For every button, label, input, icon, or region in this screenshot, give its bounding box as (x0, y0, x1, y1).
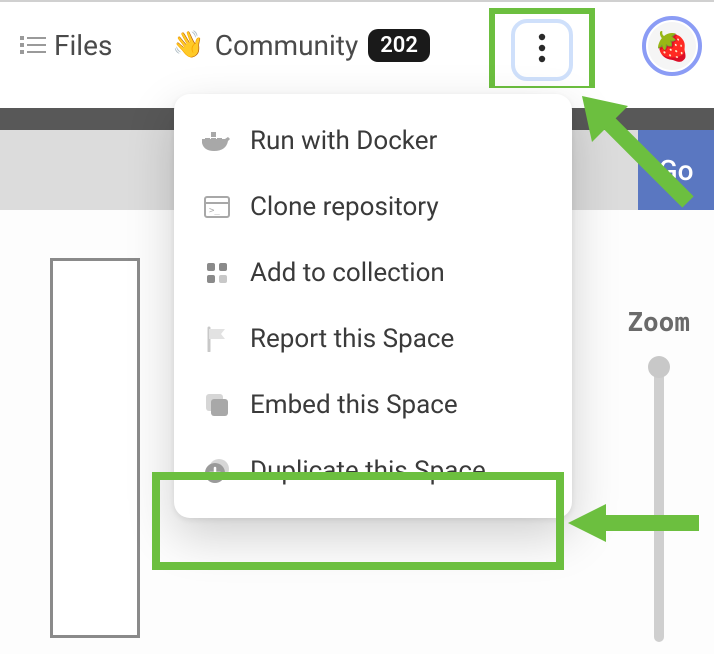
annotation-highlight-more (489, 8, 595, 92)
flag-icon (202, 324, 232, 354)
stack-icon (202, 390, 232, 420)
menu-item-label: Clone repository (250, 192, 439, 222)
avatar-image: 🍓 (648, 22, 696, 70)
dots-vertical-icon (537, 33, 547, 67)
window-icon: >_ (202, 192, 232, 222)
docker-icon (202, 126, 232, 156)
zoom-slider[interactable] (654, 362, 664, 642)
menu-item-embed-space[interactable]: Embed this Space (174, 372, 572, 438)
menu-item-label: Run with Docker (250, 126, 437, 156)
menu-item-report-space[interactable]: Report this Space (174, 306, 572, 372)
zoom-slider-thumb[interactable] (648, 356, 670, 378)
files-list-icon (20, 34, 46, 56)
zoom-control: Zoom (627, 308, 690, 642)
community-count-badge: 202 (368, 29, 430, 62)
menu-item-label: Add to collection (250, 258, 445, 288)
menu-item-label: Embed this Space (250, 390, 458, 420)
tab-community-label: Community (215, 29, 358, 62)
menu-item-add-collection[interactable]: Add to collection (174, 240, 572, 306)
top-nav-bar: Files 👋 Community 202 🍓 (0, 0, 714, 88)
tab-files[interactable]: Files (10, 23, 122, 68)
menu-item-clone-repo[interactable]: >_ Clone repository (174, 174, 572, 240)
go-button[interactable]: Go (638, 130, 714, 210)
plus-circle-icon (202, 456, 232, 486)
tab-community[interactable]: 👋 Community 202 (162, 23, 440, 68)
zoom-label: Zoom (627, 308, 690, 338)
user-avatar[interactable]: 🍓 (642, 16, 702, 76)
wave-icon: 👋 (172, 30, 204, 60)
more-menu-dropdown: Run with Docker >_ Clone repository Add … (174, 94, 572, 518)
more-menu-button[interactable] (511, 19, 573, 81)
menu-item-run-docker[interactable]: Run with Docker (174, 108, 572, 174)
grid-icon (202, 258, 232, 288)
menu-item-duplicate-space[interactable]: Duplicate this Space (174, 438, 572, 504)
tab-files-label: Files (54, 29, 112, 62)
go-button-label: Go (659, 154, 694, 187)
svg-text:>_: >_ (209, 206, 220, 216)
menu-item-label: Duplicate this Space (250, 456, 486, 486)
menu-item-label: Report this Space (250, 324, 454, 354)
preview-frame (50, 258, 140, 638)
